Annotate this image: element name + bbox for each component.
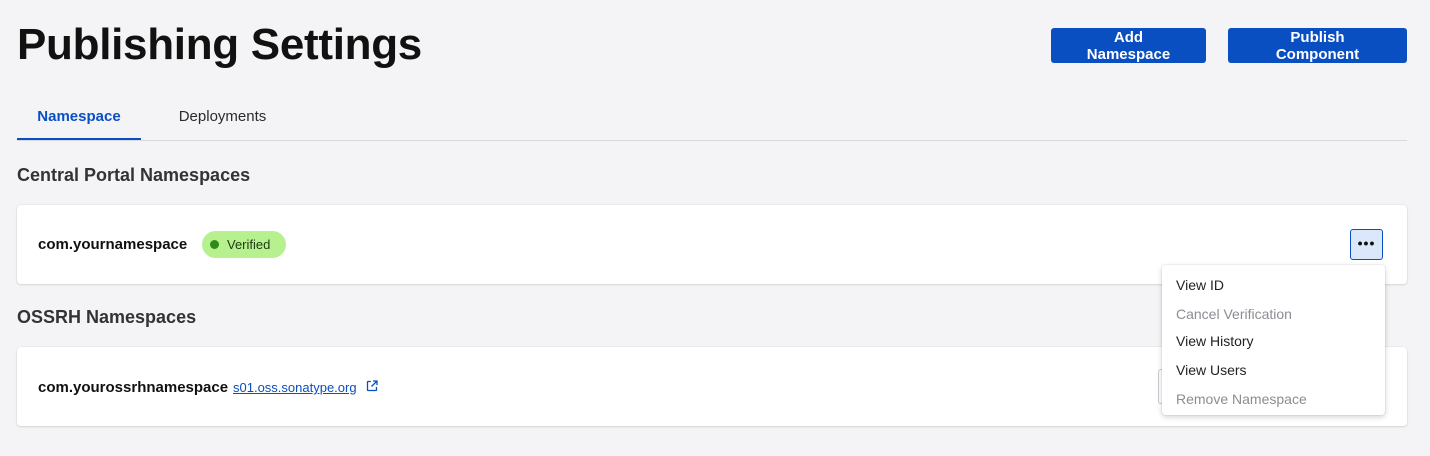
status-dot-icon xyxy=(210,240,219,249)
central-portal-section-title: Central Portal Namespaces xyxy=(17,165,251,185)
more-horizontal-icon: ••• xyxy=(1357,235,1376,251)
menu-item-remove-namespace: Remove Namespace xyxy=(1176,391,1307,407)
tab-namespace[interactable]: Namespace xyxy=(17,99,141,140)
ossrh-namespace-name: com.yourossrhnamespace xyxy=(38,379,229,396)
status-badge: Verified xyxy=(202,231,286,258)
tab-deployments[interactable]: Deployments xyxy=(165,99,280,140)
menu-item-view-history[interactable]: View History xyxy=(1176,333,1254,349)
menu-item-view-users[interactable]: View Users xyxy=(1176,362,1247,378)
external-link-icon[interactable] xyxy=(366,380,378,392)
menu-item-cancel-verification: Cancel Verification xyxy=(1176,306,1292,322)
ossrh-section-title: OSSRH Namespaces xyxy=(17,307,197,327)
actions-dropdown-menu: View ID Cancel Verification View History… xyxy=(1162,265,1385,415)
more-actions-button[interactable]: ••• xyxy=(1350,229,1383,260)
menu-item-view-id[interactable]: View ID xyxy=(1176,277,1224,293)
page-title: Publishing Settings xyxy=(17,20,422,69)
add-namespace-button[interactable]: Add Namespace xyxy=(1051,28,1206,63)
publish-component-button[interactable]: Publish Component xyxy=(1228,28,1407,63)
namespace-name: com.yournamespace xyxy=(38,236,188,253)
status-label: Verified xyxy=(227,237,271,252)
ossrh-server-link[interactable]: s01.oss.sonatype.org xyxy=(233,380,357,395)
tab-bar: Namespace Deployments xyxy=(17,99,1407,141)
